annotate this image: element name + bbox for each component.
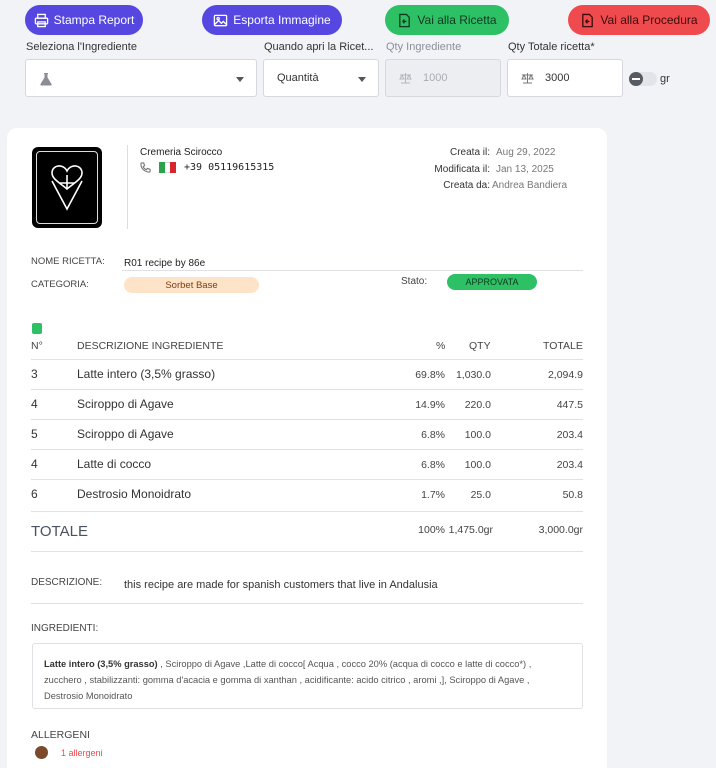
allergens-count[interactable]: 1 allergeni	[61, 748, 103, 758]
export-image-label: Esporta Immagine	[233, 13, 331, 27]
modified-value: Jan 13, 2025	[496, 164, 554, 175]
italy-flag-icon	[159, 162, 177, 173]
company-phone: +39 05119615315	[140, 162, 274, 173]
go-to-procedure-button[interactable]: Vai alla Procedura	[568, 5, 710, 35]
modified-label: Modificata il:	[434, 164, 490, 175]
printer-icon	[34, 13, 48, 27]
export-image-button[interactable]: Esporta Immagine	[202, 5, 342, 35]
unit-toggle[interactable]	[629, 72, 657, 86]
when-open-value: Quantità	[277, 72, 319, 84]
total-label: TOTALE	[31, 523, 88, 540]
description-text: this recipe are made for spanish custome…	[124, 579, 438, 591]
qty-total-label: Qty Totale ricetta*	[508, 41, 595, 53]
unit-label: gr	[660, 73, 670, 85]
ingredient-select[interactable]	[25, 59, 257, 97]
total-total: 3,000.0gr	[538, 524, 583, 536]
category-label: CATEGORIA:	[31, 279, 89, 290]
qty-ingredient-input[interactable]: 1000	[385, 59, 501, 97]
print-report-label: Stampa Report	[53, 13, 135, 27]
scale-icon	[521, 73, 534, 84]
ingredients-bold: Latte intero (3,5% grasso)	[44, 659, 158, 669]
ingredients-label: INGREDIENTI:	[31, 623, 99, 634]
created-label: Creata il:	[449, 147, 490, 158]
description-label: DESCRIZIONE:	[31, 577, 103, 588]
document-return-icon	[399, 13, 411, 27]
heart-logo-icon	[51, 165, 83, 211]
flask-icon	[40, 73, 52, 86]
phone-icon	[140, 162, 151, 173]
ingredients-box: Latte intero (3,5% grasso) , Sciroppo di…	[32, 643, 583, 709]
qty-ingredient-value: 1000	[423, 72, 448, 84]
chevron-down-icon	[236, 77, 244, 82]
total-qty: 1,475.0gr	[448, 524, 493, 536]
recipe-name-label: NOME RICETTA:	[31, 256, 105, 267]
phone-number: +39 05119615315	[184, 162, 275, 173]
document-return-icon	[582, 13, 594, 27]
status-label: Stato:	[401, 276, 428, 287]
scale-icon	[399, 73, 412, 84]
category-badge: Sorbet Base	[124, 277, 259, 293]
col-header-qty: QTY	[469, 340, 491, 352]
status-badge: APPROVATA	[447, 274, 537, 290]
created-by-label: Creata da:	[443, 180, 490, 191]
chevron-down-icon	[358, 77, 366, 82]
image-icon	[214, 14, 228, 26]
created-value: Aug 29, 2022	[496, 147, 556, 158]
when-open-select[interactable]: Quantità	[263, 59, 379, 97]
col-header-total: TOTALE	[543, 340, 583, 352]
go-to-recipe-button[interactable]: Vai alla Ricetta	[385, 5, 509, 35]
toggle-knob	[629, 72, 643, 86]
allergens-label: ALLERGENI	[31, 729, 90, 741]
document-return-icon[interactable]	[32, 323, 42, 334]
company-logo	[32, 147, 102, 228]
col-header-pct: %	[436, 340, 446, 352]
qty-ingredient-label: Qty Ingrediente	[386, 41, 462, 53]
go-to-procedure-label: Vai alla Procedura	[600, 13, 698, 27]
print-report-button[interactable]: Stampa Report	[25, 5, 143, 35]
allergen-icon	[35, 746, 48, 759]
recipe-name-value: R01 recipe by 86e	[124, 258, 206, 269]
qty-total-value: 3000	[545, 72, 570, 84]
company-name: Cremeria Scirocco	[140, 147, 223, 158]
created-by-value: Andrea Bandiera	[492, 180, 568, 191]
ingredient-select-label: Seleziona l'Ingrediente	[26, 41, 137, 53]
col-header-num: N°	[31, 340, 43, 352]
when-open-label: Quando apri la Ricet...	[264, 41, 374, 53]
go-to-recipe-label: Vai alla Ricetta	[417, 13, 497, 27]
col-header-desc: DESCRIZIONE INGREDIENTE	[77, 340, 224, 352]
qty-total-input[interactable]: 3000	[507, 59, 623, 97]
